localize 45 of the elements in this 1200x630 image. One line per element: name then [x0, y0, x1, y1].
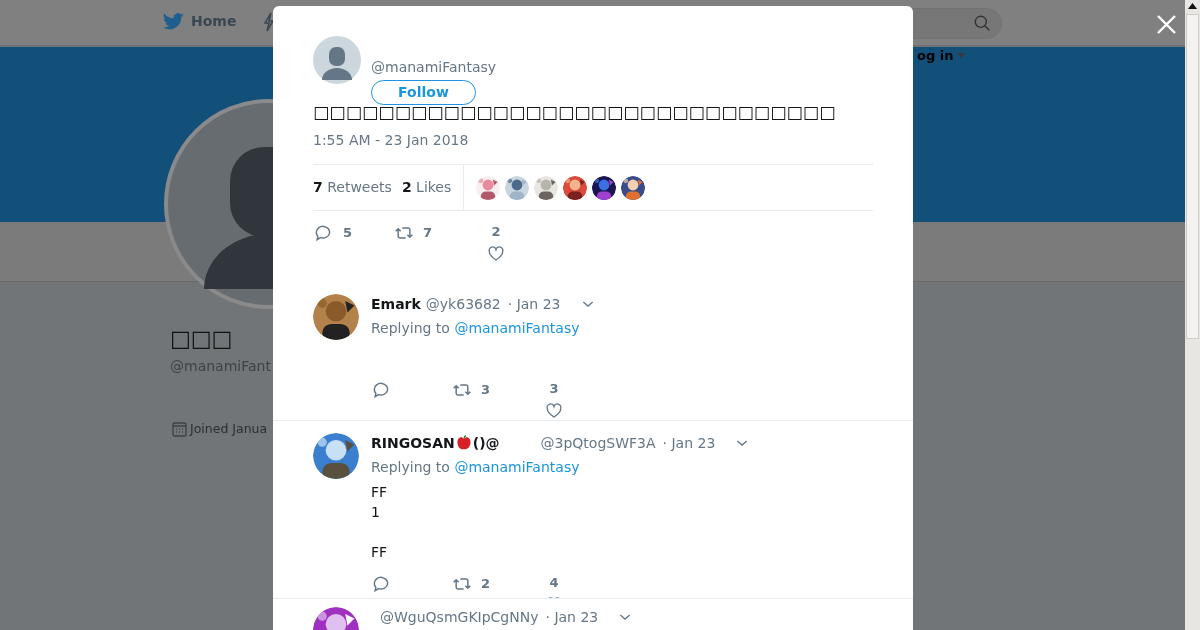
joined-date: Joined Janua: [190, 420, 268, 438]
heart-icon[interactable]: [487, 245, 505, 263]
user-handle[interactable]: @WguQsmGKIpCgNNy: [380, 607, 539, 627]
like-count: 2: [491, 223, 501, 241]
user-handle[interactable]: @yk63682: [425, 294, 501, 314]
reply-icon[interactable]: [313, 223, 333, 243]
close-icon[interactable]: [1157, 15, 1176, 34]
replying-to-text: Replying to @manamiFantasy: [371, 458, 581, 477]
reply-count: 5: [343, 224, 353, 243]
replying-to-text: Replying to @manamiFantasy: [371, 319, 581, 338]
user-name[interactable]: RINGOSAN ()@: [371, 433, 500, 453]
lightning-icon[interactable]: [264, 12, 274, 32]
heart-icon[interactable]: [545, 402, 563, 420]
user-name[interactable]: Emark: [371, 294, 421, 314]
scrollbar[interactable]: [1185, 0, 1200, 630]
user-handle[interactable]: @3pQtogSWF3A: [540, 433, 656, 453]
stat-link[interactable]: 7 Retweets: [313, 177, 392, 198]
scroll-up-icon[interactable]: [1188, 3, 1197, 10]
caret-icon: [957, 52, 966, 59]
reply-icon[interactable]: [371, 380, 391, 400]
calendar-icon: [172, 421, 187, 437]
profile-name: □□□: [170, 328, 233, 350]
reply-date[interactable]: · Jan 23: [545, 607, 599, 627]
follow-button[interactable]: Follow: [371, 80, 476, 105]
mention-link[interactable]: @manamiFantasy: [454, 459, 580, 475]
like-count: 4: [549, 574, 559, 592]
like-count: 3: [549, 380, 559, 398]
stat-link[interactable]: 2 Likes: [401, 177, 452, 198]
mention-link[interactable]: @manamiFantasy: [454, 320, 580, 336]
user-handle: @manamiFantasy: [371, 58, 497, 77]
reply-text: FF 1 FF: [371, 483, 389, 562]
reply-date[interactable]: · Jan 23: [507, 294, 561, 314]
reply-date[interactable]: · Jan 23: [662, 433, 716, 453]
retweet-count: 2: [481, 575, 491, 594]
apple-icon: [455, 435, 472, 451]
login-link[interactable]: og in: [917, 46, 966, 66]
avatar-placeholder-icon: [313, 36, 361, 84]
scrollbar-thumb[interactable]: [1186, 14, 1199, 339]
reply-icon[interactable]: [371, 574, 391, 594]
home-link[interactable]: Home: [163, 11, 237, 32]
search-icon: [974, 15, 991, 32]
retweet-count: 3: [481, 381, 491, 400]
bird-icon: [163, 11, 185, 32]
tweet-timestamp: 1:55 AM - 23 Jan 2018: [313, 131, 470, 150]
retweet-count: 7: [423, 224, 433, 243]
